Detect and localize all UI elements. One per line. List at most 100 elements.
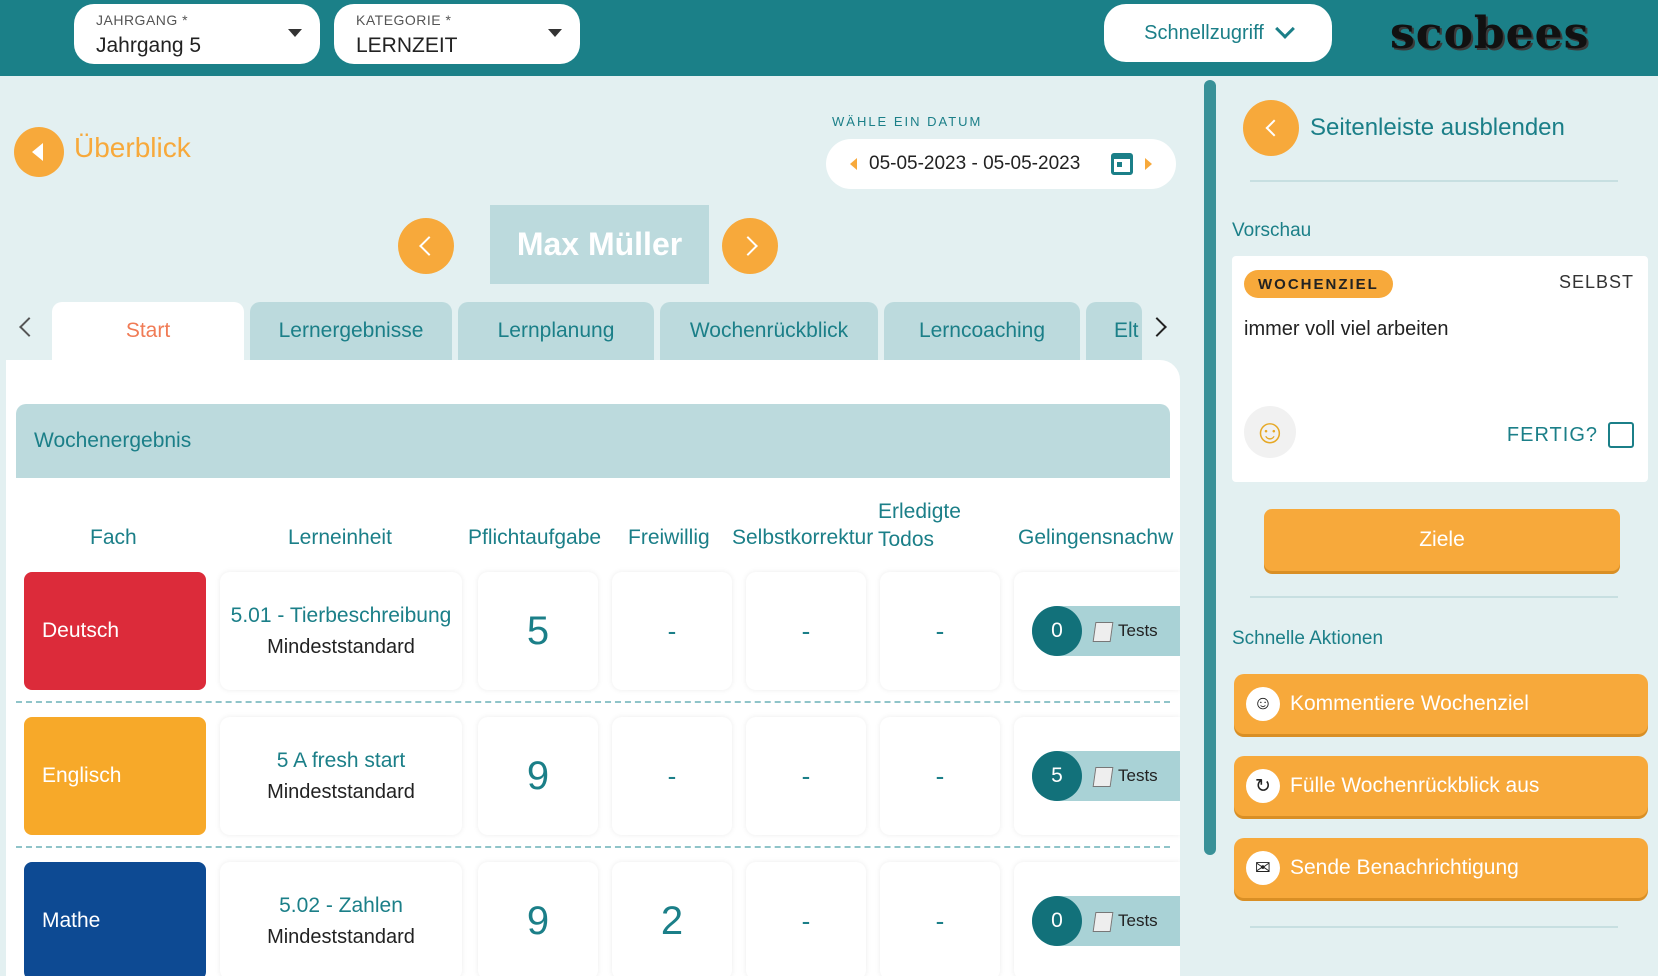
comment-weekly-goal-button[interactable]: ☺ Kommentiere Wochenziel bbox=[1234, 674, 1648, 734]
student-name: Max Müller bbox=[490, 205, 709, 284]
freiwillig-cell[interactable]: 2 bbox=[612, 862, 732, 976]
tests-count: 0 bbox=[1032, 896, 1082, 946]
smiley-icon[interactable]: ☺ bbox=[1244, 406, 1296, 458]
preview-title: Vorschau bbox=[1232, 220, 1312, 241]
quick-access-label: Schnellzugriff bbox=[1144, 21, 1264, 44]
column-header-lerneinheit: Lerneinheit bbox=[288, 526, 392, 549]
hide-sidebar-button[interactable] bbox=[1243, 100, 1299, 156]
date-picker-label: WÄHLE EIN DATUM bbox=[832, 114, 983, 129]
tab-lernergebnisse[interactable]: Lernergebnisse bbox=[250, 302, 452, 360]
chevron-right-icon bbox=[737, 236, 758, 256]
unit-standard: Mindeststandard bbox=[267, 780, 415, 803]
tab-eltern[interactable]: Elt bbox=[1086, 302, 1142, 360]
freiwillig-cell[interactable]: - bbox=[612, 717, 732, 835]
pflicht-cell[interactable]: 9 bbox=[478, 717, 598, 835]
pflicht-cell[interactable]: 9 bbox=[478, 862, 598, 976]
column-header-todos: Erledigte Todos bbox=[878, 500, 961, 551]
quick-actions-title: Schnelle Aktionen bbox=[1232, 628, 1384, 649]
refresh-icon: ↻ bbox=[1246, 769, 1280, 803]
todos-cell[interactable]: - bbox=[880, 862, 1000, 976]
goal-owner-label: SELBST bbox=[1558, 272, 1634, 292]
tests-cell[interactable]: 0 Tests bbox=[1014, 572, 1180, 690]
pencil-icon bbox=[1092, 622, 1114, 642]
previous-date-icon[interactable] bbox=[850, 158, 857, 170]
kategorie-value: LERNZEIT bbox=[356, 34, 458, 57]
selbstkorrektur-cell[interactable]: - bbox=[746, 862, 866, 976]
tests-label: Tests bbox=[1118, 766, 1158, 785]
weekly-goal-badge: WOCHENZIEL bbox=[1244, 270, 1393, 298]
done-label: FERTIG? bbox=[1506, 424, 1598, 446]
kategorie-select[interactable]: KATEGORIE * LERNZEIT bbox=[334, 4, 580, 64]
overview-link[interactable]: Überblick bbox=[74, 132, 191, 164]
tests-count: 0 bbox=[1032, 606, 1082, 656]
unit-standard: Mindeststandard bbox=[267, 925, 415, 948]
divider bbox=[1250, 180, 1618, 182]
hide-sidebar-label[interactable]: Seitenleiste ausblenden bbox=[1310, 114, 1565, 142]
caret-down-icon bbox=[548, 29, 562, 37]
done-checkbox[interactable] bbox=[1608, 422, 1634, 448]
unit-title: 5 A fresh start bbox=[276, 748, 406, 772]
fill-week-review-button[interactable]: ↻ Fülle Wochenrückblick aus bbox=[1234, 756, 1648, 816]
pencil-icon bbox=[1092, 767, 1114, 787]
todos-cell[interactable]: - bbox=[880, 572, 1000, 690]
pflicht-cell[interactable]: 5 bbox=[478, 572, 598, 690]
tabs-scroll-left-icon[interactable] bbox=[19, 317, 39, 337]
calendar-icon[interactable] bbox=[1111, 153, 1133, 175]
send-notification-button[interactable]: ✉ Sende Benachrichtigung bbox=[1234, 838, 1648, 898]
pencil-icon bbox=[1092, 912, 1114, 932]
action-label: Sende Benachrichtigung bbox=[1290, 856, 1519, 879]
learning-unit-cell[interactable]: 5.02 - Zahlen Mindeststandard bbox=[220, 862, 462, 976]
next-date-icon[interactable] bbox=[1145, 158, 1152, 170]
chat-icon: ✉ bbox=[1246, 851, 1280, 885]
tab-lerncoaching[interactable]: Lerncoaching bbox=[884, 302, 1080, 360]
column-header-fach: Fach bbox=[90, 526, 137, 549]
caret-down-icon bbox=[288, 29, 302, 37]
unit-title: 5.01 - Tierbeschreibung bbox=[230, 603, 452, 627]
divider bbox=[1250, 596, 1618, 598]
subject-mathe[interactable]: Mathe bbox=[24, 862, 206, 976]
weekly-goal-preview: WOCHENZIEL SELBST immer voll viel arbeit… bbox=[1232, 256, 1648, 482]
tabs-scroll-right-icon[interactable] bbox=[1147, 317, 1167, 337]
selbstkorrektur-cell[interactable]: - bbox=[746, 717, 866, 835]
kategorie-label: KATEGORIE * bbox=[356, 12, 452, 28]
next-student-button[interactable] bbox=[722, 218, 778, 274]
divider bbox=[1250, 926, 1618, 928]
goal-text: immer voll viel arbeiten bbox=[1244, 318, 1449, 340]
tab-start[interactable]: Start bbox=[52, 302, 244, 360]
tests-cell[interactable]: 5 Tests bbox=[1014, 717, 1180, 835]
unit-title: 5.02 - Zahlen bbox=[279, 893, 403, 917]
jahrgang-label: JAHRGANG * bbox=[96, 12, 189, 28]
overview-back-button[interactable] bbox=[14, 127, 64, 177]
tab-lernplanung[interactable]: Lernplanung bbox=[458, 302, 654, 360]
unit-standard: Mindeststandard bbox=[267, 635, 415, 658]
action-label: Fülle Wochenrückblick aus bbox=[1290, 774, 1540, 797]
subject-englisch[interactable]: Englisch bbox=[24, 717, 206, 835]
freiwillig-cell[interactable]: - bbox=[612, 572, 732, 690]
goals-button[interactable]: Ziele bbox=[1264, 509, 1620, 571]
arrow-left-icon bbox=[32, 143, 43, 161]
jahrgang-select[interactable]: JAHRGANG * Jahrgang 5 bbox=[74, 4, 320, 64]
chevron-down-icon bbox=[1274, 19, 1295, 39]
jahrgang-value: Jahrgang 5 bbox=[96, 34, 202, 57]
tests-cell[interactable]: 0 Tests bbox=[1014, 862, 1180, 976]
chevron-left-icon bbox=[418, 236, 439, 256]
logo: scobees bbox=[1390, 8, 1590, 59]
tab-wochenrueckblick[interactable]: Wochenrückblick bbox=[660, 302, 878, 360]
column-header-freiwillig: Freiwillig bbox=[628, 526, 710, 549]
selbstkorrektur-cell[interactable]: - bbox=[746, 572, 866, 690]
learning-unit-cell[interactable]: 5 A fresh start Mindeststandard bbox=[220, 717, 462, 835]
main-scrollbar[interactable] bbox=[1204, 80, 1216, 855]
sidebar: Seitenleiste ausblenden Vorschau WOCHENZ… bbox=[1218, 76, 1658, 976]
smiley-icon: ☺ bbox=[1246, 687, 1280, 721]
subject-deutsch[interactable]: Deutsch bbox=[24, 572, 206, 690]
learning-unit-cell[interactable]: 5.01 - Tierbeschreibung Mindeststandard bbox=[220, 572, 462, 690]
column-header-gelingensnachweis: Gelingensnachw bbox=[1018, 526, 1174, 549]
quick-access-button[interactable]: Schnellzugriff bbox=[1104, 4, 1332, 62]
chevron-left-icon bbox=[1265, 119, 1282, 137]
date-picker[interactable]: 05-05-2023 - 05-05-2023 bbox=[826, 139, 1176, 189]
todos-cell[interactable]: - bbox=[880, 717, 1000, 835]
previous-student-button[interactable] bbox=[398, 218, 454, 274]
tests-count: 5 bbox=[1032, 751, 1082, 801]
week-results-panel: Wochenergebnis Fach Lerneinheit Pflichta… bbox=[6, 360, 1180, 976]
tests-label: Tests bbox=[1118, 621, 1158, 640]
